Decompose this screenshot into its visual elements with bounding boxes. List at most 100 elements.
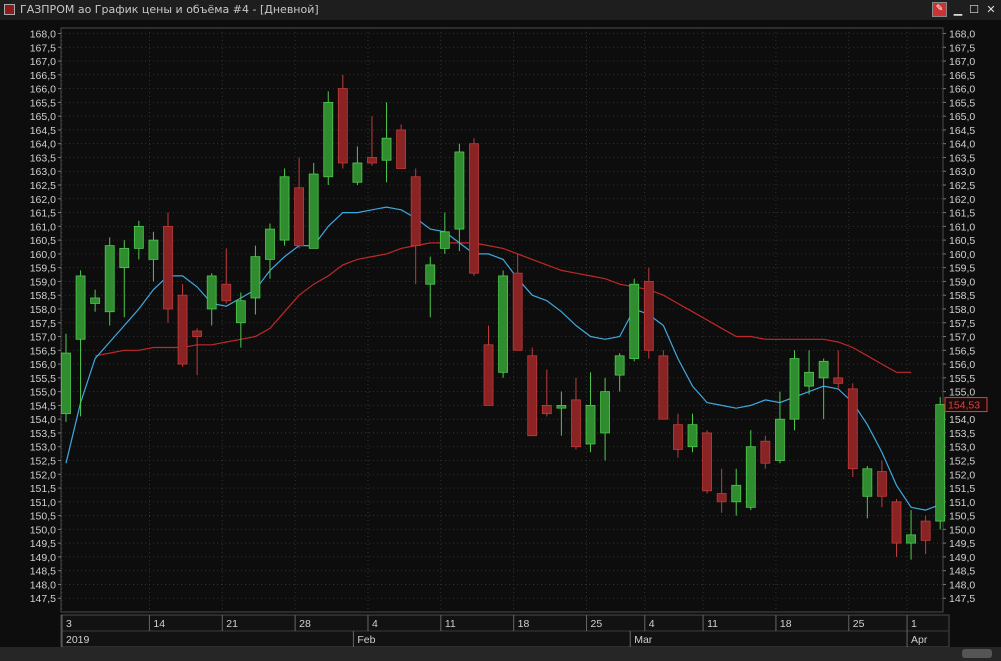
x-day-label: 3 [66,618,72,630]
candle [789,350,800,431]
candle-body [90,297,101,304]
price-chart[interactable]: 168,0167,5 167,0 166,5 166,0165,5 165,0 164,5… [0,20,1001,647]
horizontal-scrollbar[interactable] [0,647,1001,661]
close-button[interactable]: ✕ [983,2,999,17]
y-tick-label-left: 154,5 [30,400,56,412]
x-day-label: 11 [445,618,456,630]
candle-body [862,468,873,497]
y-tick-label-right: 164,5 [949,125,975,137]
y-tick-label-left: 164,0 [30,139,56,151]
candle-body [920,520,931,541]
y-tick-label-left: 148,5 [30,566,56,578]
y-tick-label-left: 156,5 [30,345,56,357]
x-day-label: 25 [853,618,865,630]
y-tick-label-left: 157,0 [30,332,56,344]
x-day-label: 28 [299,618,311,630]
y-tick-label-right: 167,0 [949,56,975,68]
y-tick-label-right: 150,0 [949,524,975,536]
y-tick-label-left: 149,5 [30,538,56,550]
candle-body [469,143,479,274]
candle-body [119,247,130,269]
candle-body [221,283,232,302]
last-price-marker: 154,53 [944,397,988,413]
y-tick-label-right: 162,0 [949,194,975,206]
x-month-label: 2019 [66,634,90,646]
y-tick-label-left: 160,0 [30,249,56,261]
y-tick-label-left: 152,0 [30,469,56,481]
candle-body [323,101,334,178]
candle-body [410,176,421,247]
maximize-button[interactable]: ☐ [966,2,982,17]
minimize-button[interactable]: ▁ [950,2,966,17]
y-tick-label-left: 162,0 [30,194,56,206]
y-tick-label-left: 159,0 [30,276,56,288]
candle [658,350,669,420]
candle-body [206,275,217,310]
y-tick-label-left: 165,0 [30,111,56,123]
y-tick-label-left: 162,5 [30,180,56,192]
y-tick-label-left: 153,0 [30,442,56,454]
y-tick-label-right: 149,5 [949,538,975,550]
y-tick-label-left: 166,5 [30,70,56,82]
y-tick-label-right: 158,0 [949,304,975,316]
y-tick-label-left: 158,5 [30,290,56,302]
x-day-label: 18 [518,618,530,630]
candle-body [61,352,71,415]
candle-body [541,404,552,415]
y-tick-label-right: 163,5 [949,152,975,164]
app-icon [4,4,15,15]
y-tick-label-right: 168,0 [949,29,975,41]
y-tick-label-right: 160,0 [949,249,975,261]
candle-body [731,484,742,503]
candle-body [527,355,538,437]
y-tick-label-left: 164,5 [30,125,56,137]
candle-body [745,446,756,508]
window-title: ГАЗПРОМ ао График цены и объёма #4 - [Дн… [20,3,319,16]
x-day-label: 11 [707,618,718,630]
candle-body [571,399,581,448]
candle-body [658,355,669,420]
x-day-label: 14 [153,618,165,630]
y-tick-label-right: 167,5 [949,42,975,54]
pin-icon[interactable]: ✎ [932,2,947,17]
scrollbar-thumb[interactable] [962,649,992,658]
candle-body [308,173,319,249]
candle-body [585,404,596,445]
y-tick-label-right: 165,0 [949,111,975,123]
y-tick-label-right: 161,0 [949,221,975,233]
y-tick-label-left: 158,0 [30,304,56,316]
y-tick-label-left: 147,5 [30,593,56,605]
candle-body [687,424,698,448]
candle [323,91,334,186]
y-tick-label-right: 165,5 [949,97,975,109]
candle [527,347,538,437]
y-tick-label-left: 167,0 [30,56,56,68]
y-tick-label-left: 161,5 [30,208,56,220]
y-tick-label-right: 148,0 [949,579,975,591]
y-tick-label-right: 156,0 [949,359,975,371]
title-bar[interactable]: ГАЗПРОМ ао График цены и объёма #4 - [Дн… [0,0,1001,21]
y-tick-label-right: 166,0 [949,84,975,96]
y-tick-label-right: 153,0 [949,442,975,454]
x-month-label: Mar [634,634,653,646]
y-tick-label-right: 154,0 [949,414,975,426]
y-tick-label-right: 149,0 [949,552,975,564]
candle-body [833,377,844,384]
x-day-label: 21 [226,618,238,630]
x-day-label: 4 [372,618,378,630]
candle-body [279,176,290,241]
y-tick-label-right: 155,0 [949,387,975,399]
candle-body [629,283,640,359]
candle-body [775,418,785,461]
y-tick-label-left: 160,5 [30,235,56,247]
y-tick-label-right: 153,5 [949,428,975,440]
y-tick-label-right: 159,0 [949,276,975,288]
candle-body [643,281,654,351]
y-tick-label-left: 150,0 [30,524,56,536]
y-tick-label-right: 150,5 [949,511,975,523]
candle-body [716,493,727,503]
candle-body [396,129,407,169]
x-axis: 3 14 21 28 4 11 18 25 4 11 18 25 1 2019 Feb Mar Apr [60,614,950,647]
y-tick-label-right: 157,5 [949,318,975,330]
candle-body [906,534,916,544]
